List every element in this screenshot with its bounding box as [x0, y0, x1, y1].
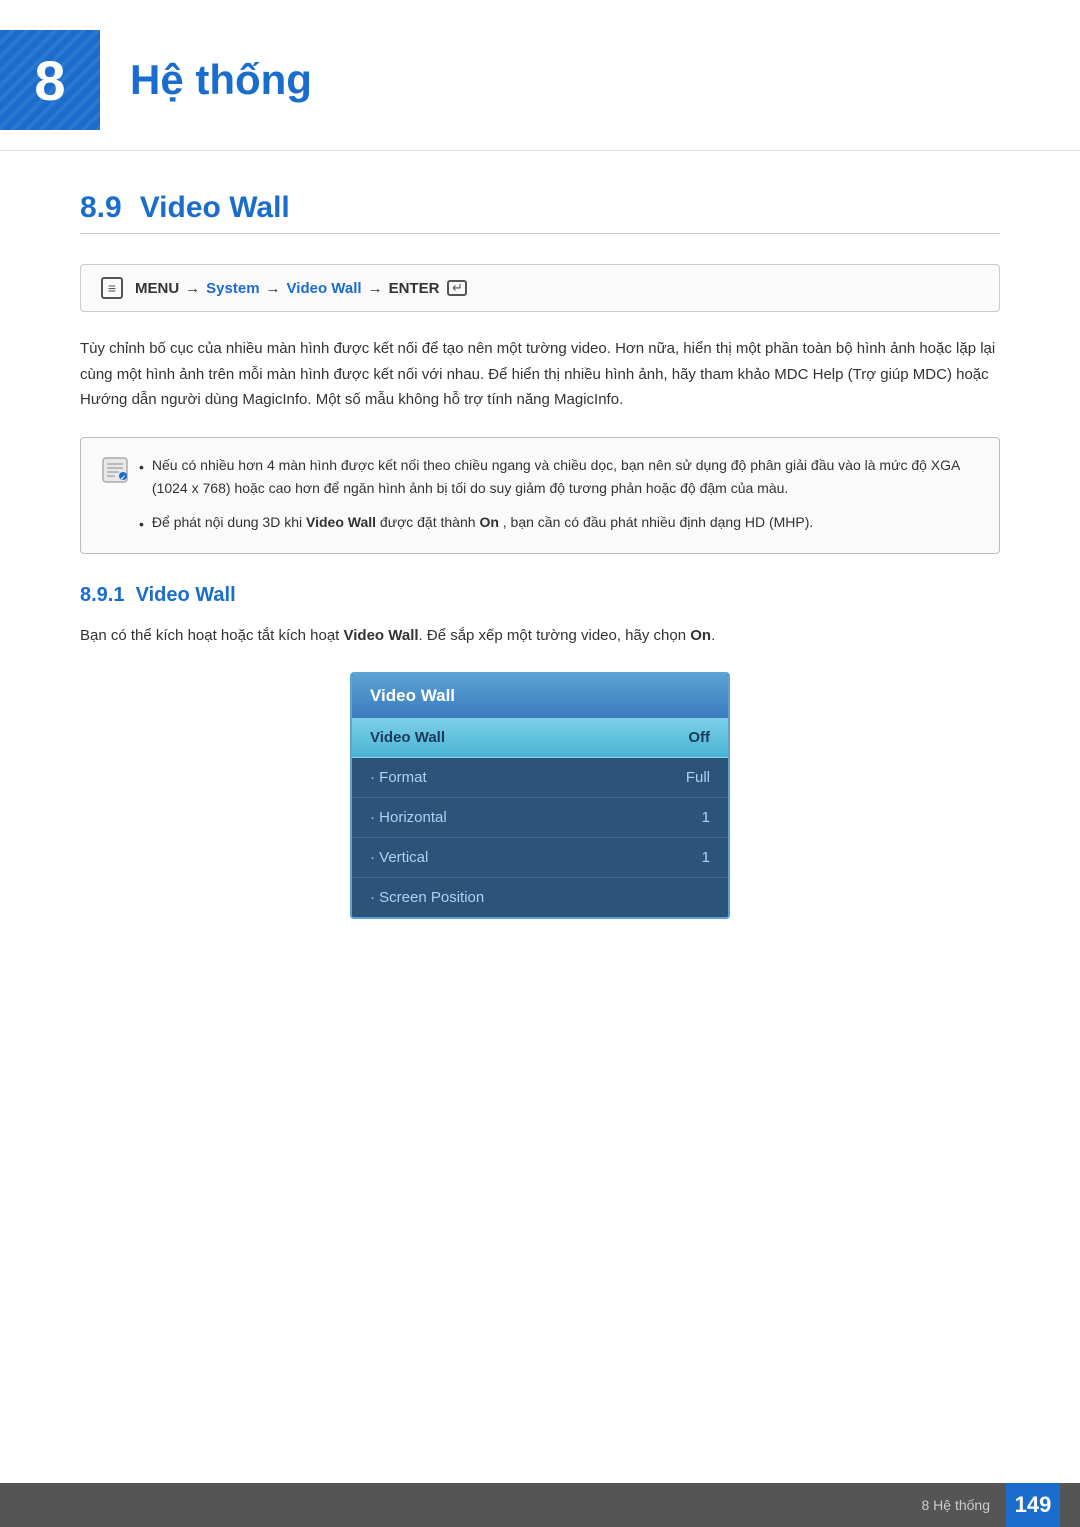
subsection-title: Video Wall	[136, 584, 236, 606]
chapter-number: 8	[34, 48, 65, 113]
chapter-title: Hệ thống	[130, 56, 312, 104]
vw-menu-item-vertical[interactable]: · Vertical 1	[352, 838, 728, 878]
vw-item-value-2: 1	[702, 809, 710, 826]
subsection-heading: 8.9.1 Video Wall	[80, 584, 1000, 607]
menu-icon	[101, 277, 123, 299]
intro-text: Tùy chỉnh bố cục của nhiều màn hình được…	[80, 336, 1000, 413]
vw-menu-item-horizontal[interactable]: · Horizontal 1	[352, 798, 728, 838]
vw-menu-title: Video Wall	[352, 674, 728, 718]
menu-label: MENU	[135, 280, 179, 297]
vw-item-value-3: 1	[702, 849, 710, 866]
menu-path: MENU → System → Video Wall → ENTER	[80, 264, 1000, 312]
bullet-1: •	[139, 456, 144, 502]
subsection-number: 8.9.1	[80, 584, 124, 606]
menu-enter-label: ENTER	[389, 280, 440, 297]
enter-icon	[447, 280, 467, 296]
menu-arrow2: →	[266, 280, 281, 297]
note-item-2: • Để phát nội dung 3D khi Video Wall đượ…	[139, 511, 979, 537]
menu-arrow1: →	[185, 280, 200, 297]
section-heading: 8.9 Video Wall	[80, 191, 1000, 234]
note-box: ✓ • Nếu có nhiều hơn 4 màn hình được kết…	[80, 437, 1000, 554]
vw-item-value-0: Off	[688, 729, 710, 746]
vw-menu-item-videowall[interactable]: Video Wall Off	[352, 718, 728, 758]
vw-menu-container: Video Wall Video Wall Off · Format Full …	[80, 672, 1000, 919]
vw-item-label-0: Video Wall	[370, 729, 445, 746]
note-text-2: Để phát nội dung 3D khi Video Wall được …	[152, 511, 813, 537]
vw-item-label-3: · Vertical	[370, 849, 428, 866]
vw-menu: Video Wall Video Wall Off · Format Full …	[350, 672, 730, 919]
subsection-body: Bạn có thể kích hoạt hoặc tắt kích hoạt …	[80, 623, 1000, 649]
note-item-1: • Nếu có nhiều hơn 4 màn hình được kết n…	[139, 454, 979, 502]
chapter-number-box: 8	[0, 30, 100, 130]
vw-item-label-1: · Format	[370, 769, 427, 786]
menu-arrow3: →	[368, 280, 383, 297]
section-title: Video Wall	[140, 191, 290, 224]
footer-page-number: 149	[1006, 1483, 1060, 1527]
vw-menu-item-screen-position[interactable]: · Screen Position	[352, 878, 728, 917]
svg-text:✓: ✓	[120, 475, 126, 482]
menu-videowall: Video Wall	[287, 280, 362, 297]
note-icon: ✓	[101, 456, 129, 484]
footer-chapter-label: 8 Hệ thống	[922, 1497, 991, 1513]
footer: 8 Hệ thống 149	[0, 1483, 1080, 1527]
note-text-1: Nếu có nhiều hơn 4 màn hình được kết nối…	[152, 454, 979, 502]
vw-item-label-4: · Screen Position	[370, 889, 484, 906]
vw-item-label-2: · Horizontal	[370, 809, 447, 826]
menu-system: System	[206, 280, 259, 297]
section-number: 8.9	[80, 191, 122, 224]
chapter-header: 8 Hệ thống	[0, 0, 1080, 151]
note-content: • Nếu có nhiều hơn 4 màn hình được kết n…	[139, 454, 979, 537]
vw-menu-item-format[interactable]: · Format Full	[352, 758, 728, 798]
vw-item-value-1: Full	[686, 769, 710, 786]
bullet-2: •	[139, 513, 144, 537]
main-content: 8.9 Video Wall MENU → System → Video Wall…	[0, 191, 1080, 919]
